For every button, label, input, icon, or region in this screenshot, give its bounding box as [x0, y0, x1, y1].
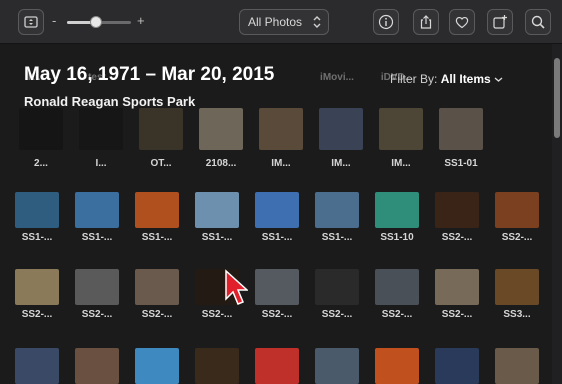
photo-thumbnail[interactable]	[315, 192, 359, 228]
photo-thumbnail[interactable]	[495, 348, 539, 384]
photo-thumbnail[interactable]	[199, 108, 243, 150]
photo-thumbnail[interactable]	[79, 108, 123, 150]
photo-thumbnail[interactable]	[375, 269, 419, 305]
photo-thumbnail[interactable]	[139, 108, 183, 150]
photo-thumbnail[interactable]	[379, 108, 423, 150]
photo-caption: SS2-...	[441, 309, 473, 320]
photo-caption: SS1-01	[444, 158, 478, 169]
photo-thumbnail[interactable]	[375, 192, 419, 228]
photo-caption: I...	[95, 158, 107, 169]
photo-thumbnail[interactable]	[439, 108, 483, 150]
zoom-out-label: -	[52, 13, 57, 28]
photo-thumbnail[interactable]	[255, 269, 299, 305]
photos-filter-select[interactable]: All Photos	[239, 9, 329, 35]
photo-caption: SS1-...	[21, 232, 53, 243]
moment-location[interactable]: Ronald Reagan Sports Park	[24, 94, 195, 109]
photo-caption: SS1-...	[201, 232, 233, 243]
photo-caption: IM...	[271, 158, 291, 169]
scrollbar-thumb[interactable]	[554, 58, 560, 138]
photo-caption: IM...	[391, 158, 411, 169]
filter-by-menu[interactable]: Filter By: All Items	[390, 72, 503, 86]
photo-thumbnail[interactable]	[435, 348, 479, 384]
photo-caption: 2...	[34, 158, 48, 169]
photo-thumbnail[interactable]	[259, 108, 303, 150]
photo-thumbnail[interactable]	[15, 269, 59, 305]
sidebar-toggle-button[interactable]	[18, 9, 44, 35]
photo-caption: 2108...	[205, 158, 237, 169]
add-to-album-icon	[493, 15, 507, 29]
photo-caption: SS2-...	[441, 232, 473, 243]
photo-caption: OT...	[150, 158, 172, 169]
photo-thumbnail[interactable]	[19, 108, 63, 150]
photo-caption: SS2-...	[201, 309, 233, 320]
photo-caption: SS1-...	[261, 232, 293, 243]
photo-caption: SS3...	[503, 309, 531, 320]
moment-date-range: May 16, 1971 – Mar 20, 2015	[24, 64, 275, 85]
heart-icon	[455, 16, 469, 29]
share-button[interactable]	[413, 9, 439, 35]
updown-chevron-icon	[313, 16, 321, 28]
photo-caption: SS2-...	[261, 309, 293, 320]
photo-thumbnail[interactable]	[135, 269, 179, 305]
photo-caption: SS1-10	[380, 232, 414, 243]
photo-thumbnail[interactable]	[15, 348, 59, 384]
photo-caption: SS2-...	[81, 309, 113, 320]
photo-thumbnail[interactable]	[495, 269, 539, 305]
photo-thumbnail[interactable]	[75, 192, 119, 228]
photo-caption: IM...	[331, 158, 351, 169]
vertical-scrollbar[interactable]	[552, 44, 562, 384]
zoom-slider-knob[interactable]	[89, 16, 102, 28]
photo-caption: SS2-...	[21, 309, 53, 320]
photo-thumbnail[interactable]	[195, 192, 239, 228]
photo-thumbnail[interactable]	[319, 108, 363, 150]
photo-caption: SS2-...	[321, 309, 353, 320]
photo-thumbnail[interactable]	[75, 348, 119, 384]
photo-thumbnail[interactable]	[135, 348, 179, 384]
favorite-button[interactable]	[449, 9, 475, 35]
info-button[interactable]	[373, 9, 399, 35]
photo-thumbnail[interactable]	[495, 192, 539, 228]
photo-thumbnail[interactable]	[135, 192, 179, 228]
photo-thumbnail[interactable]	[195, 348, 239, 384]
share-icon	[420, 15, 432, 29]
chevron-down-icon	[494, 77, 503, 82]
photo-thumbnail[interactable]	[255, 348, 299, 384]
photo-thumbnail[interactable]	[255, 192, 299, 228]
search-icon	[531, 15, 545, 29]
photo-caption: SS2-...	[381, 309, 413, 320]
photos-filter-value: All Photos	[248, 15, 303, 29]
photo-caption: SS2-...	[501, 232, 533, 243]
photo-caption: SS1-...	[321, 232, 353, 243]
filter-by-label: Filter By:	[390, 72, 438, 86]
photo-thumbnail[interactable]	[435, 192, 479, 228]
filter-by-value: All Items	[440, 72, 491, 86]
photo-thumbnail[interactable]	[75, 269, 119, 305]
toolbar: - + All Photos	[0, 0, 562, 44]
photo-thumbnail[interactable]	[435, 269, 479, 305]
photo-thumbnail[interactable]	[15, 192, 59, 228]
photo-caption: SS1-...	[141, 232, 173, 243]
photo-thumbnail[interactable]	[315, 269, 359, 305]
photo-caption: SS1-...	[81, 232, 113, 243]
search-button[interactable]	[525, 9, 551, 35]
mouse-pointer-icon	[225, 269, 248, 305]
sidebar-toggle-icon	[24, 16, 38, 28]
photo-thumbnail[interactable]	[315, 348, 359, 384]
zoom-in-label: +	[137, 13, 145, 28]
info-icon	[378, 14, 394, 30]
photo-grid[interactable]: Ki...testiMovi...iDVD... 2...I...OT...21…	[0, 44, 552, 384]
add-to-album-button[interactable]	[487, 9, 513, 35]
photo-thumbnail[interactable]	[375, 348, 419, 384]
photo-caption: SS2-...	[141, 309, 173, 320]
